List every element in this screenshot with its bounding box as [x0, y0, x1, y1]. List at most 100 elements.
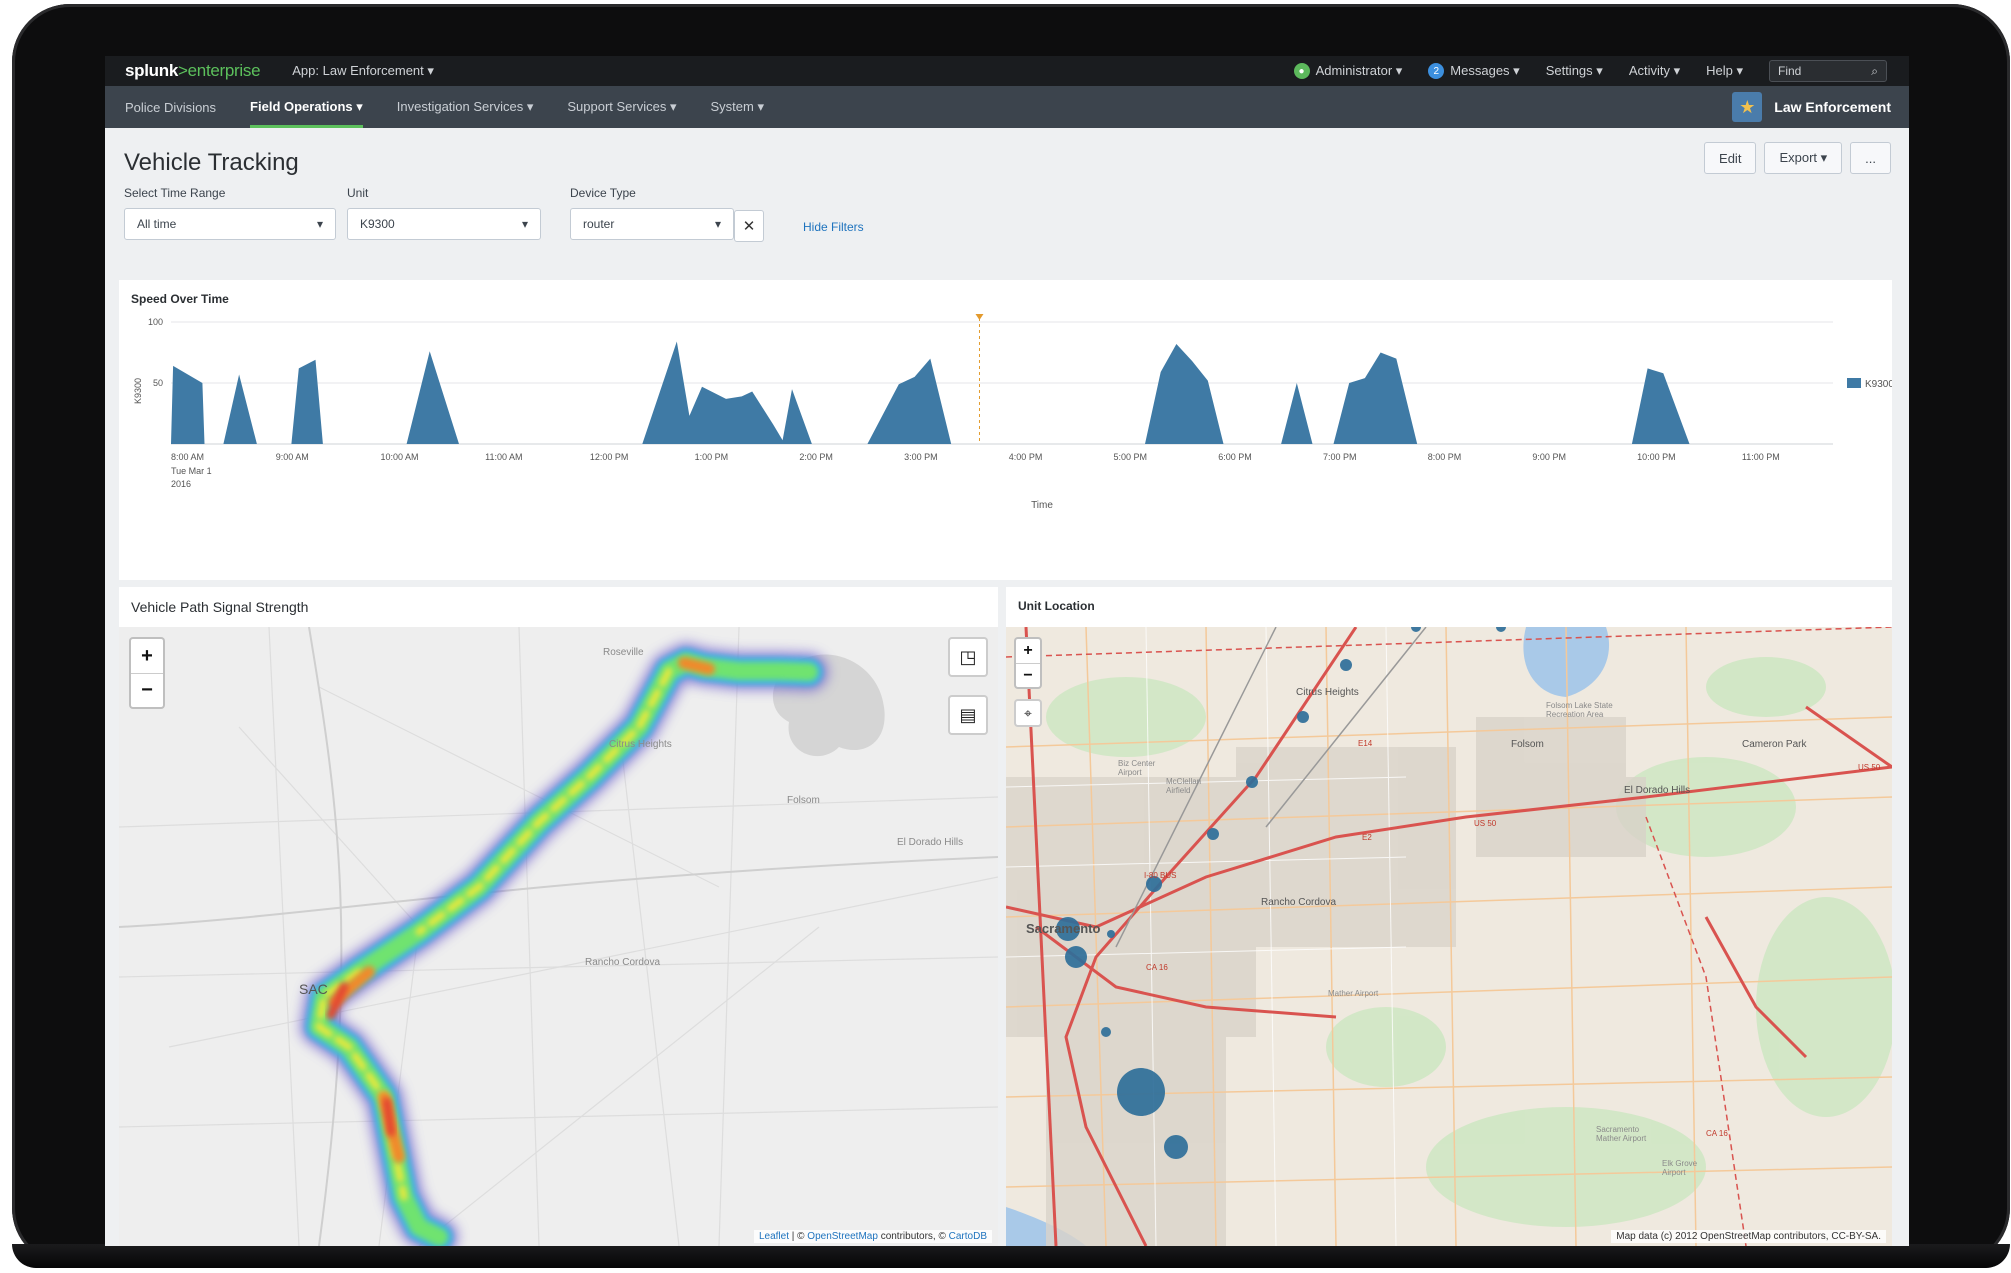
nav-police-divisions[interactable]: Police Divisions: [125, 86, 216, 128]
locate-button[interactable]: ⌖: [1014, 699, 1042, 727]
cartodb-link[interactable]: CartoDB: [949, 1231, 987, 1242]
x-tick-label: 8:00 PM: [1428, 452, 1462, 462]
app-menu[interactable]: App: Law Enforcement ▾: [292, 63, 434, 79]
edit-button[interactable]: Edit: [1704, 142, 1757, 174]
zoom-in-button[interactable]: +: [1016, 639, 1040, 663]
road-label: US 50: [1858, 763, 1881, 772]
unit-dropdown[interactable]: K9300 ▾: [347, 208, 541, 240]
caret-down-icon: ▾: [714, 217, 721, 231]
x-axis-label: Time: [1031, 500, 1053, 511]
x-tick-label: 6:00 PM: [1218, 452, 1252, 462]
road-label: E2: [1362, 833, 1372, 842]
layers-button[interactable]: ▤: [948, 695, 988, 735]
heatmap-attribution: Leaflet | © OpenStreetMap contributors, …: [753, 1230, 992, 1243]
road-label: I-80 BUS: [1144, 871, 1177, 880]
x-tick-label: 11:00 PM: [1742, 452, 1780, 462]
time-range-filter: Select Time Range All time ▾: [124, 186, 336, 240]
heatmap-basemap: [119, 627, 998, 1246]
search-icon: ⌕: [1871, 63, 1878, 78]
x-tick-label: 2:00 PM: [799, 452, 833, 462]
x-tick-label: 11:00 AM: [485, 452, 522, 462]
y-axis-label: K9300: [133, 378, 143, 404]
road-label: CA 16: [1706, 1129, 1728, 1138]
nav-support-services[interactable]: Support Services ▾: [567, 86, 676, 128]
nav-field-operations[interactable]: Field Operations ▾: [250, 86, 363, 128]
x-tick-label: 9:00 AM: [276, 452, 309, 462]
more-actions-button[interactable]: ...: [1850, 142, 1891, 174]
map-label: Citrus Heights: [1296, 687, 1359, 698]
fullscreen-icon: ◳: [959, 646, 977, 667]
legend-swatch: [1847, 378, 1861, 388]
map-label: Sacramento: [1026, 921, 1101, 936]
speed-chart: 100 50 K9300 8:00 AM 9:00 AM 10:00 AM 11:00 AM…: [133, 314, 1892, 511]
map-label: Mather Airport: [1328, 989, 1379, 998]
map-label: El Dorado Hills: [1624, 785, 1691, 796]
clear-device-type-button[interactable]: ✕: [734, 210, 764, 242]
x-tick-label: 5:00 PM: [1114, 452, 1148, 462]
x-tick-label: 4:00 PM: [1009, 452, 1043, 462]
fullscreen-button[interactable]: ◳: [948, 637, 988, 677]
time-range-label: Select Time Range: [124, 186, 226, 200]
map-label: Rancho Cordova: [585, 957, 661, 968]
app-brand: ★ Law Enforcement: [1732, 92, 1891, 122]
x-tick-sublabel: 2016: [171, 479, 191, 489]
location-zoom-control: + −: [1014, 637, 1042, 689]
map-label: Roseville: [603, 647, 644, 658]
top-bar: splunk>enterprise App: Law Enforcement ▾…: [105, 56, 1909, 86]
map-label: Folsom: [1511, 739, 1544, 750]
map-label: McClellan Airfield: [1166, 777, 1202, 795]
device-type-dropdown[interactable]: router ▾: [570, 208, 734, 240]
map-label: El Dorado Hills: [897, 837, 964, 848]
export-button[interactable]: Export ▾: [1764, 142, 1843, 174]
hide-filters-link[interactable]: Hide Filters: [803, 220, 864, 234]
x-tick-label: 10:00 AM: [380, 452, 418, 462]
page-title: Vehicle Tracking: [124, 149, 299, 176]
help-menu[interactable]: Help ▾: [1706, 63, 1743, 79]
vehicle-path-signal-panel: Vehicle Path Signal Strength Roseville C…: [119, 587, 998, 1246]
unit-label: Unit: [347, 186, 369, 200]
series-area-k9300: [171, 341, 1690, 444]
zoom-out-button[interactable]: −: [1016, 663, 1040, 687]
map-label: SAC: [299, 981, 328, 997]
road-label: CA 16: [1146, 963, 1168, 972]
administrator-menu[interactable]: ● Administrator ▾: [1293, 63, 1402, 79]
crosshair-icon: ⌖: [1024, 704, 1032, 721]
x-tick-label: 12:00 PM: [590, 452, 629, 462]
map-label: Sacramento Mather Airport: [1596, 1125, 1647, 1143]
close-icon: ✕: [742, 218, 756, 235]
x-tick-label: 10:00 PM: [1637, 452, 1676, 462]
x-tick-sublabel: Tue Mar 1: [171, 466, 212, 476]
zoom-out-button[interactable]: −: [131, 673, 163, 707]
osm-link[interactable]: OpenStreetMap: [807, 1231, 878, 1242]
messages-count-badge: 2: [1428, 63, 1445, 79]
heatmap-map[interactable]: Roseville Citrus Heights Folsom El Dorad…: [119, 627, 998, 1246]
splunk-logo[interactable]: splunk>enterprise: [125, 61, 261, 81]
settings-menu[interactable]: Settings ▾: [1546, 63, 1603, 79]
unit-filter: Unit K9300 ▾: [347, 186, 541, 240]
location-attribution: Map data (c) 2012 OpenStreetMap contribu…: [1611, 1230, 1886, 1243]
map-label: Citrus Heights: [609, 739, 672, 750]
leaflet-link[interactable]: Leaflet: [759, 1231, 789, 1242]
zoom-in-button[interactable]: +: [131, 639, 163, 673]
map-label: Folsom Lake State Recreation Area: [1546, 701, 1613, 719]
map-label: Rancho Cordova: [1261, 897, 1337, 908]
legend-label: K9300: [1865, 379, 1892, 390]
road-label: E14: [1358, 739, 1373, 748]
caret-down-icon: ▾: [521, 217, 528, 231]
find-input[interactable]: Find ⌕: [1769, 60, 1887, 82]
messages-menu[interactable]: 2 Messages ▾: [1428, 63, 1520, 79]
unit-location-map[interactable]: Citrus Heights Folsom Cameron Park El Do…: [1006, 627, 1892, 1246]
nav-system[interactable]: System ▾: [711, 86, 764, 128]
screen: splunk>enterprise App: Law Enforcement ▾…: [105, 56, 1909, 1246]
x-tick-label: 9:00 PM: [1532, 452, 1566, 462]
panel-title: Unit Location: [1018, 599, 1095, 613]
x-tick-label: 7:00 PM: [1323, 452, 1357, 462]
nav-investigation-services[interactable]: Investigation Services ▾: [397, 86, 534, 128]
time-range-dropdown[interactable]: All time ▾: [124, 208, 336, 240]
activity-menu[interactable]: Activity ▾: [1629, 63, 1680, 79]
map-label: Cameron Park: [1742, 739, 1807, 750]
device-type-filter: Device Type router ▾: [570, 186, 734, 240]
police-badge-icon: ★: [1732, 92, 1763, 122]
caret-down-icon: ▾: [316, 217, 323, 231]
y-tick-label: 50: [153, 378, 163, 388]
